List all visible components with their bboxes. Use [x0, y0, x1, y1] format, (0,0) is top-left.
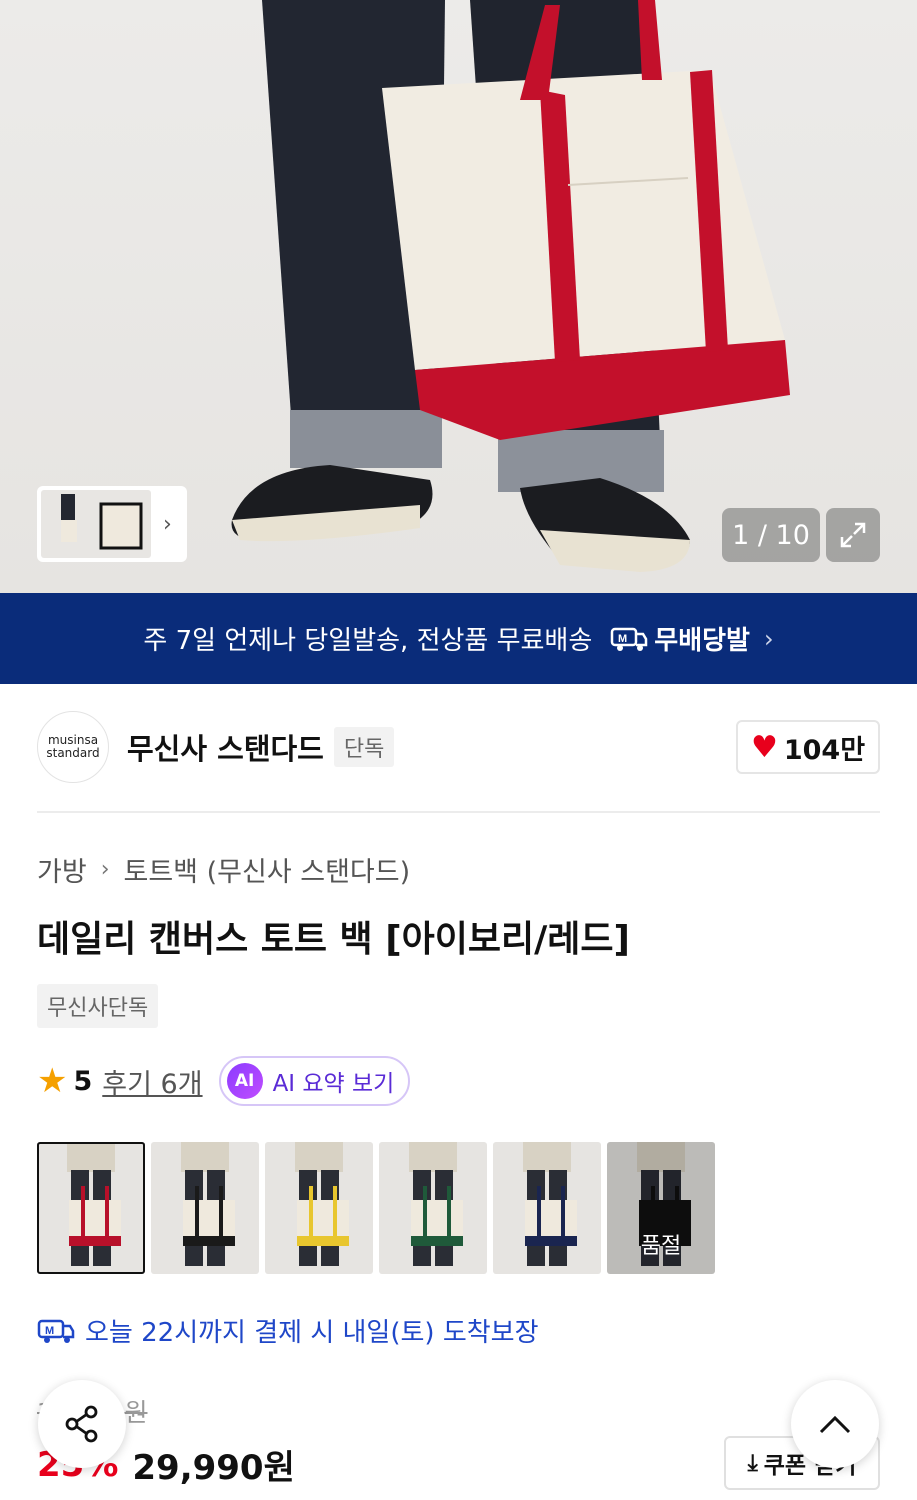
brand-logo-text: standard — [46, 746, 100, 760]
thumbnail-preview — [41, 490, 151, 558]
chevron-right-icon: › — [763, 624, 774, 653]
banner-text: 주 7일 언제나 당일발송, 전상품 무료배송 — [143, 626, 593, 656]
soldout-label: 품절 — [607, 1142, 715, 1274]
brand-exclusive-tag: 단독 — [333, 727, 395, 767]
delivery-text: 오늘 22시까지 결제 시 내일(토) 도착보장 — [85, 1318, 539, 1348]
color-options: 품절 — [37, 1142, 715, 1274]
color-swatch[interactable] — [265, 1142, 373, 1274]
color-swatch[interactable] — [493, 1142, 601, 1274]
color-swatch[interactable] — [151, 1142, 259, 1274]
expand-icon[interactable] — [826, 508, 880, 562]
free-delivery-label: 무배당발 — [654, 626, 750, 656]
swatch-photo — [295, 1142, 349, 1266]
share-button[interactable] — [38, 1380, 126, 1468]
scroll-top-button[interactable] — [791, 1380, 879, 1468]
brand-name[interactable]: 무신사 스탠다드 — [127, 726, 324, 768]
heart-icon: ♥ — [750, 729, 778, 765]
brand-logo[interactable]: musinsa standard — [37, 711, 109, 783]
image-thumbnail-strip[interactable]: › — [37, 486, 187, 562]
delivery-guarantee: M 오늘 22시까지 결제 시 내일(토) 도착보장 — [37, 1312, 539, 1349]
product-image-carousel[interactable]: › 1 / 10 — [0, 0, 917, 593]
rating-score: 5 — [73, 1065, 93, 1097]
breadcrumb-subcategory[interactable]: 토트백 (무신사 스탠다드) — [124, 850, 411, 889]
chevron-right-icon: › — [100, 857, 110, 882]
delivery-truck-icon: M — [611, 627, 648, 651]
delivery-truck-icon: M — [37, 1319, 75, 1343]
chevron-right-icon: › — [163, 511, 172, 537]
like-button[interactable]: ♥ 104만 — [736, 720, 880, 774]
swatch-photo — [409, 1142, 463, 1266]
ai-icon: AI — [226, 1063, 263, 1099]
download-icon: ⤓ — [747, 1450, 758, 1476]
swatch-photo — [67, 1142, 121, 1266]
svg-text:M: M — [618, 633, 627, 645]
ai-summary-button[interactable]: AI AI 요약 보기 — [218, 1056, 411, 1106]
brand-row: musinsa standard 무신사 스탠다드 단독 ♥ 104만 — [37, 711, 880, 783]
color-swatch[interactable]: 품절 — [607, 1142, 715, 1274]
swatch-photo — [181, 1142, 235, 1266]
swatch-photo — [523, 1142, 577, 1266]
svg-text:M: M — [45, 1325, 54, 1337]
color-swatch[interactable] — [379, 1142, 487, 1274]
color-swatch[interactable] — [37, 1142, 145, 1274]
free-shipping-banner[interactable]: 주 7일 언제나 당일발송, 전상품 무료배송 M 무배당발 › — [0, 593, 917, 684]
exclusive-badge: 무신사단독 — [37, 984, 159, 1028]
ai-summary-label: AI 요약 보기 — [272, 1071, 395, 1097]
free-delivery-logo: M 무배당발 — [610, 620, 750, 657]
review-count-link[interactable]: 후기 6개 — [102, 1062, 202, 1101]
product-title: 데일리 캔버스 토트 백 [아이보리/레드] — [37, 919, 630, 960]
breadcrumb-category[interactable]: 가방 — [37, 850, 87, 889]
chevron-up-icon — [819, 1415, 851, 1434]
rating-row: ★ 5 후기 6개 AI AI 요약 보기 — [37, 1056, 411, 1106]
like-count: 104만 — [783, 734, 866, 766]
divider — [37, 811, 880, 813]
image-counter: 1 / 10 — [722, 508, 820, 562]
breadcrumb: 가방 › 토트백 (무신사 스탠다드) — [37, 850, 410, 889]
sale-price: 29,990원 — [132, 1448, 295, 1488]
share-icon — [65, 1405, 98, 1443]
star-icon: ★ — [37, 1061, 68, 1101]
